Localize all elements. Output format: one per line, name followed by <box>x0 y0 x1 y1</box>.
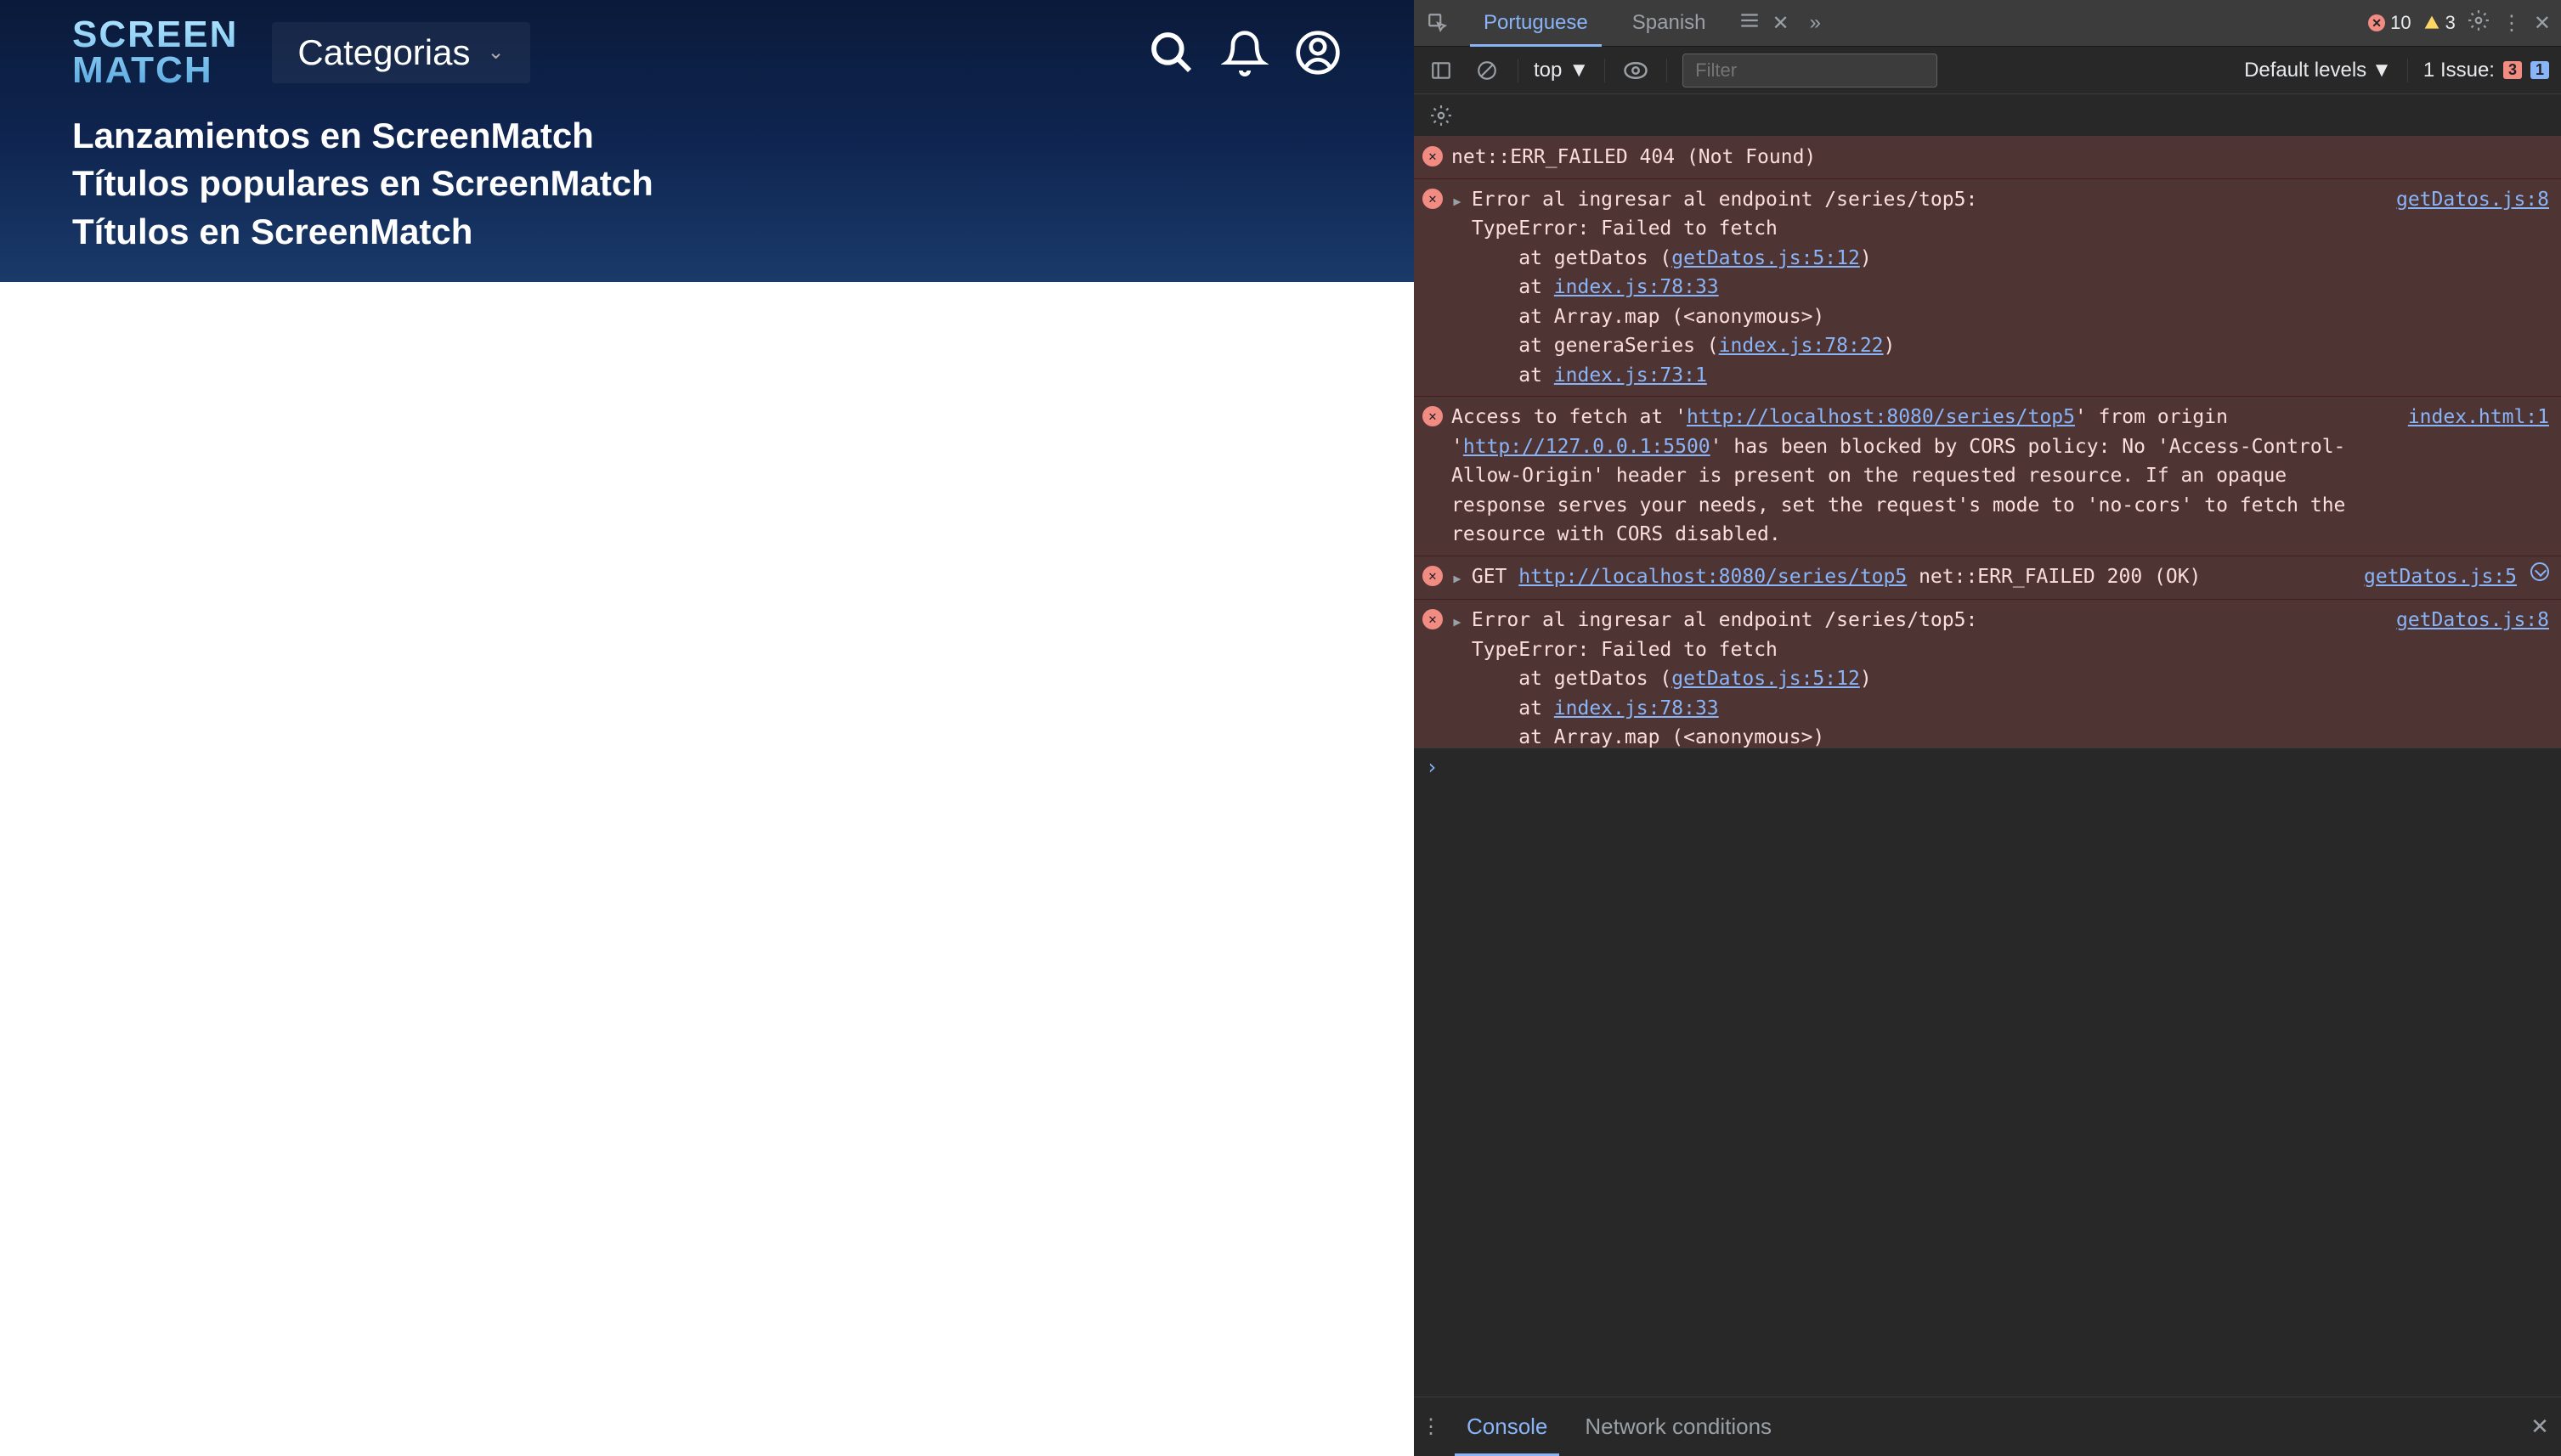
message-text: GET http://localhost:8080/series/top5 ne… <box>1472 562 2338 594</box>
message-text: Error al ingresar al endpoint /series/to… <box>1472 185 2371 391</box>
hamburger-icon[interactable] <box>1738 9 1761 37</box>
heading-popular: Títulos populares en ScreenMatch <box>72 160 1342 208</box>
gear-icon[interactable] <box>2468 9 2490 37</box>
warning-count-badge[interactable]: 3 <box>2423 12 2456 34</box>
drawer-tab-console[interactable]: Console <box>1448 1397 1566 1456</box>
error-icon: ✕ <box>1422 406 1443 426</box>
close-translation-icon[interactable]: ✕ <box>1772 11 1789 36</box>
headings-block: Lanzamientos en ScreenMatch Títulos popu… <box>72 112 1342 257</box>
devtools-panel: Portuguese Spanish ✕ » ✕ 10 3 <box>1414 0 2561 1456</box>
prompt-chevron-icon: › <box>1426 755 1438 779</box>
url-link[interactable]: http://127.0.0.1:5500 <box>1463 436 1710 458</box>
source-link[interactable]: getDatos.js:5 <box>2364 562 2517 594</box>
close-drawer-icon[interactable]: ✕ <box>2519 1397 2561 1456</box>
url-link[interactable]: http://localhost:8080/series/top5 <box>1687 406 2075 428</box>
categories-label: Categorias <box>297 32 470 73</box>
categories-dropdown[interactable]: Categorias ⌄ <box>272 22 529 83</box>
bell-icon[interactable] <box>1221 29 1269 76</box>
error-icon: ✕ <box>1422 566 1443 586</box>
fetch-initiator-icon[interactable] <box>2530 562 2549 581</box>
message-text: Access to fetch at 'http://localhost:808… <box>1451 403 2383 550</box>
stack-link[interactable]: index.js:73:1 <box>1554 364 1707 387</box>
console-message[interactable]: ✕ net::ERR_FAILED 404 (Not Found) <box>1414 137 2561 178</box>
console-settings-gear-icon[interactable] <box>1426 100 1456 131</box>
dropdown-arrow-icon: ▼ <box>2372 59 2392 82</box>
drawer-tab-network-conditions[interactable]: Network conditions <box>1566 1397 1790 1456</box>
inspect-element-icon[interactable] <box>1414 0 1461 46</box>
console-toolbar: top ▼ Default levels ▼ 1 Issue: 3 1 <box>1414 47 2561 94</box>
clear-console-icon[interactable] <box>1472 55 1502 86</box>
devtools-drawer: ⋮ Console Network conditions ✕ <box>1414 1397 2561 1456</box>
issues-link[interactable]: 1 Issue: 3 1 <box>2423 59 2549 82</box>
error-icon: ✕ <box>1422 609 1443 629</box>
warning-triangle-icon <box>2423 14 2440 31</box>
error-icon: ✕ <box>1422 189 1443 209</box>
stack-link[interactable]: getDatos.js:5:12 <box>1671 668 1860 690</box>
tab-spanish[interactable]: Spanish <box>1610 0 1728 46</box>
heading-titles: Títulos en ScreenMatch <box>72 208 1342 257</box>
logo-line1: SCREEN <box>72 17 238 53</box>
issues-info-badge: 1 <box>2530 61 2549 79</box>
source-link[interactable]: getDatos.js:8 <box>2396 185 2549 391</box>
console-message[interactable]: ✕ ▸Error al ingresar al endpoint /series/… <box>1414 600 2561 748</box>
logo-line2: MATCH <box>72 53 238 88</box>
console-settings-row <box>1414 94 2561 137</box>
console-prompt[interactable]: › <box>1414 748 2561 786</box>
drawer-menu-icon[interactable]: ⋮ <box>1414 1397 1448 1456</box>
filter-input[interactable] <box>1682 54 1937 87</box>
stack-link[interactable]: index.js:78:22 <box>1719 335 1884 357</box>
nav-row: SCREEN MATCH Categorias ⌄ <box>72 8 1342 97</box>
disclosure-triangle-icon[interactable]: ▸ <box>1451 607 1463 748</box>
issues-error-badge: 3 <box>2503 61 2522 79</box>
live-expression-icon[interactable] <box>1620 55 1651 86</box>
devtools-tabbar: Portuguese Spanish ✕ » ✕ 10 3 <box>1414 0 2561 47</box>
context-selector[interactable]: top ▼ <box>1534 59 1589 82</box>
heading-releases: Lanzamientos en ScreenMatch <box>72 112 1342 161</box>
profile-icon[interactable] <box>1294 29 1342 76</box>
toggle-sidebar-icon[interactable] <box>1426 55 1456 86</box>
stack-link[interactable]: getDatos.js:5:12 <box>1671 247 1860 269</box>
tab-portuguese[interactable]: Portuguese <box>1461 0 1610 46</box>
close-devtools-icon[interactable]: ✕ <box>2534 11 2551 36</box>
website-viewport: SCREEN MATCH Categorias ⌄ Lanza <box>0 0 1414 1456</box>
error-dot-icon: ✕ <box>2368 14 2385 31</box>
error-count-badge[interactable]: ✕ 10 <box>2368 12 2411 34</box>
logo[interactable]: SCREEN MATCH <box>72 17 238 88</box>
message-text: Error al ingresar al endpoint /series/to… <box>1472 606 2371 748</box>
console-message[interactable]: ✕ Access to fetch at 'http://localhost:80… <box>1414 397 2561 556</box>
url-link[interactable]: http://localhost:8080/series/top5 <box>1518 566 1907 588</box>
nav-icons <box>1148 29 1342 76</box>
error-icon: ✕ <box>1422 146 1443 166</box>
chevron-down-icon: ⌄ <box>487 40 504 65</box>
log-levels-dropdown[interactable]: Default levels ▼ <box>2244 59 2392 82</box>
disclosure-triangle-icon[interactable]: ▸ <box>1451 564 1463 594</box>
search-icon[interactable] <box>1148 29 1196 76</box>
more-tabs-icon[interactable]: » <box>1810 11 1821 35</box>
console-message[interactable]: ✕ ▸ GET http://localhost:8080/series/top5 … <box>1414 556 2561 600</box>
site-header: SCREEN MATCH Categorias ⌄ Lanza <box>0 0 1414 282</box>
dropdown-arrow-icon: ▼ <box>1569 59 1589 82</box>
disclosure-triangle-icon[interactable]: ▸ <box>1451 187 1463 391</box>
console-message[interactable]: ✕ ▸Error al ingresar al endpoint /series/… <box>1414 179 2561 397</box>
console-messages[interactable]: ✕net::ERR_FAILED 404 (Not Found)✕▸Error … <box>1414 137 2561 748</box>
source-link[interactable]: index.html:1 <box>2408 403 2549 550</box>
kebab-menu-icon[interactable]: ⋮ <box>2502 11 2522 36</box>
stack-link[interactable]: index.js:78:33 <box>1554 276 1719 298</box>
source-link[interactable]: getDatos.js:8 <box>2396 606 2549 748</box>
message-text: net::ERR_FAILED 404 (Not Found) <box>1451 143 2549 172</box>
stack-link[interactable]: index.js:78:33 <box>1554 697 1719 720</box>
